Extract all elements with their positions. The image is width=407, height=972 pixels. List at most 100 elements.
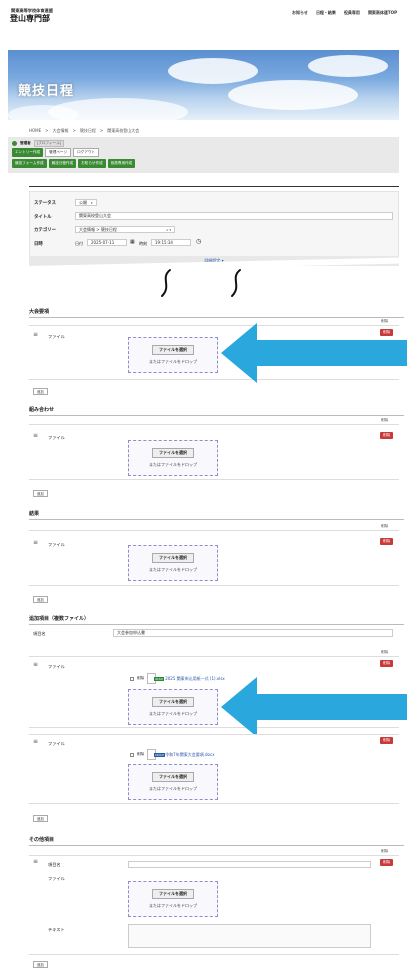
sort-header: 削除 [381, 418, 389, 422]
drag-handle-icon[interactable]: ≡ [33, 662, 38, 668]
file-label: ファイル [48, 542, 65, 547]
item-name-label: 項目名 [33, 631, 46, 636]
cloud-shape [308, 55, 388, 77]
drag-handle-icon[interactable]: ≡ [33, 540, 38, 546]
other-item-name-input[interactable] [128, 861, 371, 868]
file-label: ファイル [48, 741, 65, 746]
file-dropzone[interactable]: ファイルを選択 またはファイルをドロップ [128, 440, 218, 476]
file-dropzone[interactable]: ファイルを選択 またはファイルをドロップ [128, 689, 218, 725]
date-sub-label: 日付 [75, 241, 83, 246]
entry-create-button[interactable]: エントリー作成 [12, 148, 44, 157]
delete-button[interactable]: 削除 [380, 859, 394, 866]
nav-kanto-top[interactable]: 関東高体連TOP [368, 10, 397, 16]
excel-file-icon: XLSX [147, 673, 164, 684]
choose-file-button[interactable]: ファイルを選択 [152, 553, 194, 563]
choose-file-button[interactable]: ファイルを選択 [152, 448, 194, 458]
delete-button[interactable]: 削除 [380, 432, 394, 439]
officers-create-button[interactable]: 役員専用作成 [107, 159, 136, 168]
user-icon [12, 141, 17, 146]
file-label: ファイル [48, 876, 65, 881]
admin-create-row: 競技フォーム作成 競技日程作成 お知らせ作成 役員専用作成 [12, 159, 136, 168]
choose-file-button[interactable]: ファイルを選択 [152, 345, 194, 355]
admin-page-button[interactable]: 管理ページ [45, 148, 72, 157]
crumb-home[interactable]: HOME [29, 128, 41, 134]
dropzone-hint: またはファイルをドロップ [149, 903, 197, 908]
annotation-arrow-icon [221, 677, 407, 737]
dropzone-hint: またはファイルをドロップ [149, 359, 197, 364]
item-name-label: 項目名 [48, 862, 61, 867]
clock-icon[interactable]: ◷ [196, 238, 201, 245]
status-value: 公開 [79, 199, 87, 205]
annotation-arrow-icon [221, 323, 407, 383]
admin-user-row: 管理者 [プロフィール] [12, 140, 65, 147]
admin-actions-row: エントリー作成 管理ページ ログアウト [12, 148, 100, 157]
delete-button[interactable]: 削除 [380, 538, 394, 545]
breadcrumb: HOME > 大会情報 > 競技日程 > 関東高校登山大会 [29, 128, 139, 134]
time-sub-label: 時刻 [139, 241, 147, 246]
form-create-button[interactable]: 競技フォーム作成 [12, 159, 47, 168]
delete-button[interactable]: 削除 [380, 660, 394, 667]
clear-icon[interactable]: × ▾ [166, 228, 171, 232]
delete-button[interactable]: 削除 [380, 737, 394, 744]
calendar-icon[interactable]: ▦ [130, 239, 135, 245]
existing-file-row: 削除 XLSX 2025 関東申込用紙一式 (1).xlsx [130, 673, 225, 684]
sort-header: 削除 [381, 524, 389, 528]
section-divider [29, 519, 404, 520]
dropzone-hint: またはファイルをドロップ [149, 711, 197, 716]
add-button[interactable]: 追加 [33, 596, 48, 603]
file-dropzone[interactable]: ファイルを選択 またはファイルをドロップ [128, 764, 218, 800]
dropzone-hint: またはファイルをドロップ [149, 786, 197, 791]
crumb-schedule[interactable]: 競技日程 [80, 128, 96, 134]
file-link[interactable]: 令和7年関東大会要項.docx [165, 752, 214, 758]
drag-handle-icon[interactable]: ≡ [33, 739, 38, 745]
text-area[interactable] [128, 924, 371, 948]
section-title-taikai: 大会要項 [29, 309, 50, 315]
news-create-button[interactable]: お知らせ作成 [78, 159, 106, 168]
file-dropzone[interactable]: ファイルを選択 またはファイルをドロップ [128, 881, 218, 917]
title-input[interactable]: 関東高校登山大会 [75, 212, 393, 220]
status-select[interactable]: 公開 ▾ [75, 199, 97, 206]
nav-news[interactable]: お知らせ [292, 10, 308, 16]
nav-schedule[interactable]: 日程・結果 [316, 10, 336, 16]
section-title-tsuika: 追加項目（複数ファイル） [29, 616, 90, 622]
site-title[interactable]: 登山専門部 [10, 13, 50, 24]
add-button[interactable]: 追加 [33, 388, 48, 395]
section-divider [29, 624, 404, 625]
add-button[interactable]: 追加 [33, 961, 48, 968]
drag-handle-icon[interactable]: ≡ [33, 859, 38, 865]
choose-file-button[interactable]: ファイルを選択 [152, 697, 194, 707]
category-value: 大会情報 > 競技日程 [79, 226, 117, 232]
add-button[interactable]: 追加 [33, 815, 48, 822]
delete-checkbox[interactable] [130, 676, 134, 681]
drag-handle-icon[interactable]: ≡ [33, 332, 38, 338]
divider [29, 186, 399, 187]
add-button[interactable]: 追加 [33, 490, 48, 497]
cloud-shape [168, 58, 258, 84]
section-divider [29, 415, 404, 416]
choose-file-button[interactable]: ファイルを選択 [152, 772, 194, 782]
delete-checkbox[interactable] [130, 752, 134, 757]
chevron-down-icon: ▾ [91, 200, 93, 205]
delete-checkbox-label: 削除 [137, 752, 145, 756]
dropzone-hint: またはファイルをドロップ [149, 462, 197, 467]
file-link[interactable]: 2025 関東申込用紙一式 (1).xlsx [165, 676, 225, 682]
time-input[interactable]: 19:15:34 [151, 239, 191, 246]
crumb-taikai[interactable]: 大会情報 [53, 128, 69, 134]
profile-link[interactable]: [プロフィール] [33, 140, 65, 147]
delete-checkbox-label: 削除 [137, 676, 145, 680]
file-dropzone[interactable]: ファイルを選択 またはファイルをドロップ [128, 545, 218, 581]
category-label: カテゴリー [34, 228, 56, 233]
file-dropzone[interactable]: ファイルを選択 またはファイルをドロップ [128, 337, 218, 373]
date-input[interactable]: 2025-07-11 [87, 239, 127, 246]
choose-file-button[interactable]: ファイルを選択 [152, 889, 194, 899]
logout-button[interactable]: ログアウト [73, 148, 100, 157]
drag-handle-icon[interactable]: ≡ [33, 433, 38, 439]
schedule-create-button[interactable]: 競技日程作成 [48, 159, 77, 168]
sort-header: 削除 [381, 650, 389, 654]
crumb-sep: > [99, 128, 104, 133]
nav-officers[interactable]: 役員専用 [344, 10, 360, 16]
category-select[interactable]: 大会情報 > 競技日程 × ▾ [75, 226, 175, 233]
section-divider [29, 845, 404, 846]
item-name-input[interactable]: 大会参加申込書 [113, 629, 393, 637]
word-file-icon: DOCX [147, 749, 166, 760]
